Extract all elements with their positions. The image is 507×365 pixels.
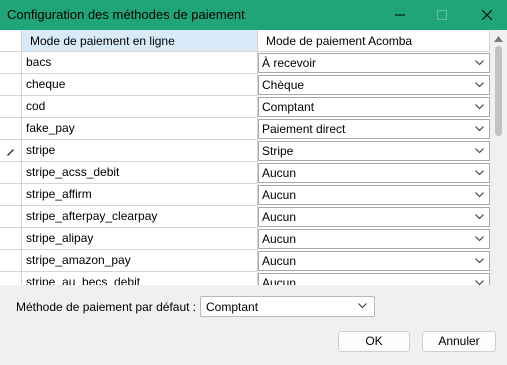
default-method-value: Comptant: [206, 300, 259, 314]
ok-button[interactable]: OK: [338, 331, 410, 352]
acomba-method-value: Aucun: [262, 188, 297, 202]
chevron-down-icon: [475, 82, 484, 88]
default-method-label: Méthode de paiement par défaut :: [16, 300, 197, 314]
chevron-down-icon: [475, 148, 484, 154]
acomba-method-select[interactable]: Aucun: [258, 207, 490, 227]
table-row[interactable]: stripe_au_becs_debit Aucun: [0, 272, 490, 285]
chevron-down-icon: [475, 170, 484, 176]
online-method-cell[interactable]: stripe_acss_debit: [22, 162, 258, 184]
close-button[interactable]: [470, 0, 504, 30]
acomba-method-select[interactable]: Comptant: [258, 97, 490, 117]
acomba-method-select[interactable]: Paiement direct: [258, 119, 490, 139]
acomba-method-select[interactable]: Aucun: [258, 273, 490, 285]
row-header-cell[interactable]: [0, 118, 22, 140]
chevron-down-icon: [475, 258, 484, 264]
acomba-method-value: Aucun: [262, 166, 297, 180]
maximize-button[interactable]: [425, 0, 459, 30]
online-method-cell[interactable]: stripe: [22, 140, 258, 162]
acomba-method-value: Aucun: [262, 232, 297, 246]
online-method-cell[interactable]: bacs: [22, 52, 258, 74]
acomba-method-value: Chèque: [262, 78, 305, 92]
maximize-icon: [437, 10, 447, 20]
online-method-cell[interactable]: cheque: [22, 74, 258, 96]
acomba-method-select[interactable]: Aucun: [258, 163, 490, 183]
default-method-select[interactable]: Comptant: [200, 296, 375, 317]
table-row[interactable]: stripe Stripe: [0, 140, 490, 162]
acomba-method-select[interactable]: Stripe: [258, 141, 490, 161]
online-method-cell[interactable]: stripe_affirm: [22, 184, 258, 206]
acomba-method-value: Aucun: [262, 210, 297, 224]
online-method-cell[interactable]: fake_pay: [22, 118, 258, 140]
pencil-icon: [7, 149, 14, 156]
online-method-cell[interactable]: cod: [22, 96, 258, 118]
row-header-cell[interactable]: [0, 206, 22, 228]
row-header-cell[interactable]: [0, 184, 22, 206]
acomba-method-select[interactable]: Aucun: [258, 185, 490, 205]
table-row[interactable]: stripe_affirm Aucun: [0, 184, 490, 206]
table-row[interactable]: stripe_amazon_pay Aucun: [0, 250, 490, 272]
cancel-button[interactable]: Annuler: [422, 331, 496, 352]
acomba-method-select[interactable]: Aucun: [258, 229, 490, 249]
acomba-method-value: Comptant: [262, 100, 315, 114]
online-method-cell[interactable]: stripe_alipay: [22, 228, 258, 250]
chevron-down-icon: [358, 303, 367, 309]
column-header-acomba[interactable]: Mode de paiement Acomba: [258, 30, 490, 52]
window-title: Configuration des méthodes de paiement: [7, 7, 245, 22]
online-method-cell[interactable]: stripe_afterpay_clearpay: [22, 206, 258, 228]
table-row[interactable]: cod Comptant: [0, 96, 490, 118]
payment-methods-grid[interactable]: Mode de paiement en ligne Mode de paieme…: [0, 30, 507, 285]
table-row[interactable]: cheque Chèque: [0, 74, 490, 96]
row-header-cell[interactable]: [0, 162, 22, 184]
grid-corner: [0, 30, 22, 52]
minimize-icon: [395, 14, 405, 16]
online-method-cell[interactable]: stripe_amazon_pay: [22, 250, 258, 272]
table-row[interactable]: stripe_acss_debit Aucun: [0, 162, 490, 184]
acomba-method-select[interactable]: À recevoir: [258, 53, 490, 73]
close-icon: [482, 10, 492, 20]
scroll-up-icon[interactable]: [494, 36, 503, 42]
minimize-button[interactable]: [383, 0, 417, 30]
scrollbar-thumb[interactable]: [495, 46, 502, 136]
acomba-method-value: Paiement direct: [262, 122, 346, 136]
chevron-down-icon: [475, 104, 484, 110]
row-header-cell[interactable]: [0, 228, 22, 250]
chevron-down-icon: [475, 280, 484, 285]
table-row[interactable]: bacs À recevoir: [0, 52, 490, 74]
acomba-method-select[interactable]: Chèque: [258, 75, 490, 95]
acomba-method-value: À recevoir: [262, 56, 317, 70]
vertical-scrollbar[interactable]: [490, 30, 507, 285]
table-row[interactable]: stripe_alipay Aucun: [0, 228, 490, 250]
chevron-down-icon: [475, 236, 484, 242]
acomba-method-value: Aucun: [262, 276, 297, 285]
table-row[interactable]: stripe_afterpay_clearpay Aucun: [0, 206, 490, 228]
row-header-cell[interactable]: [0, 272, 22, 285]
row-header-cell[interactable]: [0, 250, 22, 272]
row-header-cell[interactable]: [0, 74, 22, 96]
column-header-online[interactable]: Mode de paiement en ligne: [22, 30, 258, 52]
chevron-down-icon: [475, 60, 484, 66]
row-header-cell[interactable]: [0, 140, 22, 162]
table-row[interactable]: fake_pay Paiement direct: [0, 118, 490, 140]
row-header-cell[interactable]: [0, 96, 22, 118]
chevron-down-icon: [475, 126, 484, 132]
acomba-method-value: Stripe: [262, 144, 294, 158]
title-bar: Configuration des méthodes de paiement: [0, 0, 507, 30]
online-method-cell[interactable]: stripe_au_becs_debit: [22, 272, 258, 285]
acomba-method-select[interactable]: Aucun: [258, 251, 490, 271]
chevron-down-icon: [475, 214, 484, 220]
row-header-cell[interactable]: [0, 52, 22, 74]
acomba-method-value: Aucun: [262, 254, 297, 268]
chevron-down-icon: [475, 192, 484, 198]
